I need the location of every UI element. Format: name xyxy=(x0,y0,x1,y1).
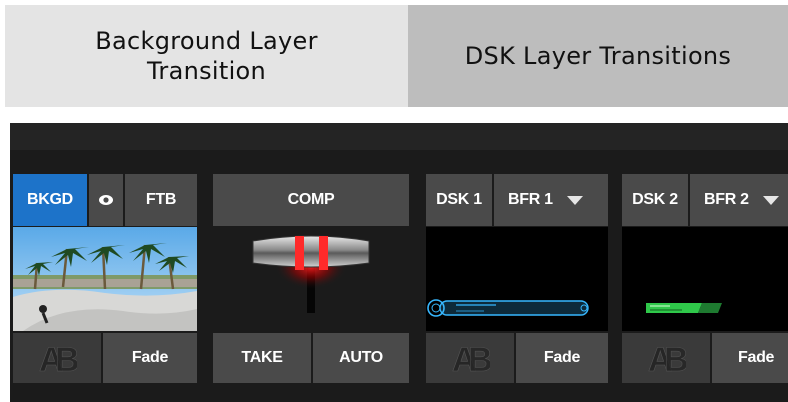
ab-transition-icon: A B xyxy=(452,341,490,375)
bkgd-ab-transition-button[interactable]: A B xyxy=(13,333,101,383)
dsk2-label: DSK 2 xyxy=(632,191,678,208)
chevron-down-icon xyxy=(762,195,779,205)
ftb-button[interactable]: FTB xyxy=(125,174,197,226)
comp-label: COMP xyxy=(287,191,335,208)
svg-text:B: B xyxy=(664,341,686,375)
bkgd-button[interactable]: BKGD xyxy=(13,174,87,226)
background-layer-transition-title: Background Layer Transition xyxy=(95,27,318,85)
transition-control-panel: BKGD FTB A B Fade COMP TAKE AUTO DSK 1 B… xyxy=(10,123,788,402)
dsk1-button[interactable]: DSK 1 xyxy=(426,174,492,226)
dsk1-buffer-label: BFR 1 xyxy=(508,191,553,208)
dsk1-ab-transition-button[interactable]: A B xyxy=(426,333,514,383)
eye-toggle-button[interactable] xyxy=(89,174,123,226)
t-bar[interactable] xyxy=(213,227,409,331)
take-button[interactable]: TAKE xyxy=(213,333,311,383)
bkgd-preview-thumbnail xyxy=(13,227,197,331)
chevron-down-icon xyxy=(566,195,583,205)
auto-button[interactable]: AUTO xyxy=(313,333,409,383)
dsk2-buffer-label: BFR 2 xyxy=(704,191,749,208)
dsk2-buffer-select[interactable]: BFR 2 xyxy=(690,174,788,226)
ab-transition-icon: A B xyxy=(39,341,77,375)
bkgd-label: BKGD xyxy=(27,191,73,208)
auto-label: AUTO xyxy=(339,349,383,366)
dsk2-transition-label: Fade xyxy=(738,349,775,366)
dsk1-buffer-select[interactable]: BFR 1 xyxy=(494,174,608,226)
dsk2-button[interactable]: DSK 2 xyxy=(622,174,688,226)
dsk1-transition-select[interactable]: Fade xyxy=(516,333,608,383)
svg-text:B: B xyxy=(55,341,77,375)
dsk1-preview-thumbnail xyxy=(426,227,608,331)
dsk2-transition-select[interactable]: Fade xyxy=(712,333,788,383)
svg-text:B: B xyxy=(468,341,490,375)
dsk-layer-transitions-title: DSK Layer Transitions xyxy=(464,42,732,70)
dsk2-preview-thumbnail xyxy=(622,227,788,331)
take-label: TAKE xyxy=(241,349,283,366)
dsk1-label: DSK 1 xyxy=(436,191,482,208)
comp-button[interactable]: COMP xyxy=(213,174,409,226)
background-layer-transition-header: Background Layer Transition xyxy=(5,5,408,107)
bkgd-transition-select[interactable]: Fade xyxy=(103,333,197,383)
dsk1-transition-label: Fade xyxy=(543,349,581,366)
bkgd-transition-label: Fade xyxy=(131,349,169,366)
ab-transition-icon: A B xyxy=(648,341,686,375)
dsk-layer-transitions-header: DSK Layer Transitions xyxy=(408,5,788,107)
panel-top-bar xyxy=(10,123,788,150)
eye-icon xyxy=(99,195,113,205)
dsk2-ab-transition-button[interactable]: A B xyxy=(622,333,710,383)
ftb-label: FTB xyxy=(145,191,177,208)
